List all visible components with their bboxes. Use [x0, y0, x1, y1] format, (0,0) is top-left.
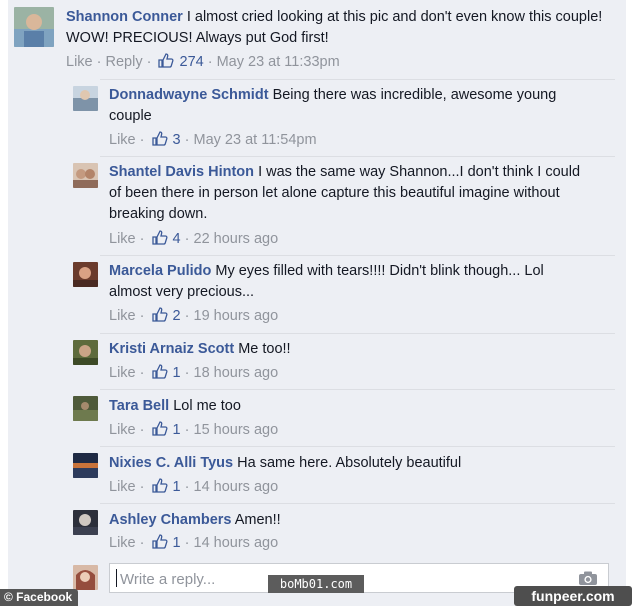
divider: [100, 446, 615, 447]
divider: [100, 156, 615, 157]
thumbs-up-icon: [151, 364, 168, 379]
reply-link[interactable]: Reply: [106, 54, 143, 70]
current-user-avatar: [73, 565, 98, 590]
comment-author[interactable]: Donnadwayne Schmidt: [109, 87, 269, 103]
like-count[interactable]: 4: [173, 231, 181, 247]
divider: [100, 79, 615, 80]
avatar[interactable]: [73, 453, 98, 478]
comment-author[interactable]: Shantel Davis Hinton: [109, 164, 254, 180]
comment-text: Lol me too: [173, 398, 241, 414]
like-link[interactable]: Like: [109, 422, 136, 438]
thumbs-up-icon: [151, 230, 168, 245]
site-watermark: boMb01.com: [268, 575, 364, 593]
avatar[interactable]: [14, 7, 54, 47]
thumbs-up-icon: [151, 131, 168, 146]
timestamp[interactable]: 22 hours ago: [194, 231, 279, 247]
comment-actions: Like · Reply · 274 · May 23 at 11:33pm: [66, 53, 340, 70]
like-link[interactable]: Like: [109, 231, 136, 247]
divider: [100, 389, 615, 390]
comment-author[interactable]: Shannon Conner: [66, 9, 183, 25]
timestamp[interactable]: 18 hours ago: [194, 365, 279, 381]
like-count[interactable]: 3: [173, 132, 181, 148]
comment-text: Me too!!: [238, 341, 291, 357]
comment-author[interactable]: Tara Bell: [109, 398, 169, 414]
timestamp[interactable]: 15 hours ago: [194, 422, 279, 438]
like-count[interactable]: 2: [173, 308, 181, 324]
like-link[interactable]: Like: [66, 54, 93, 70]
avatar[interactable]: [73, 262, 98, 287]
like-link[interactable]: Like: [109, 365, 136, 381]
comment-body: Ashley Chambers Amen!!: [109, 510, 579, 531]
comment-body: Marcela Pulido My eyes filled with tears…: [109, 261, 579, 303]
comment-author[interactable]: Nixies C. Alli Tyus: [109, 455, 233, 471]
comment-actions: Like · 1 · 14 hours ago: [109, 478, 279, 495]
comment-body: Nixies C. Alli Tyus Ha same here. Absolu…: [109, 453, 579, 474]
divider: [100, 333, 615, 334]
comment-author[interactable]: Marcela Pulido: [109, 263, 211, 279]
comment-actions: Like · 1 · 14 hours ago: [109, 534, 279, 551]
like-link[interactable]: Like: [109, 535, 136, 551]
facebook-watermark: © Facebook: [0, 589, 79, 606]
comment-body: Donnadwayne Schmidt Being there was incr…: [109, 85, 569, 127]
text-caret: [116, 569, 117, 587]
like-link[interactable]: Like: [109, 479, 136, 495]
timestamp[interactable]: 19 hours ago: [194, 308, 279, 324]
like-count[interactable]: 1: [173, 479, 181, 495]
comment-actions: Like · 1 · 18 hours ago: [109, 364, 279, 381]
funpeer-watermark: funpeer.com: [514, 586, 632, 606]
thumbs-up-icon: [151, 478, 168, 493]
thumbs-up-icon: [158, 53, 174, 68]
camera-icon[interactable]: [578, 570, 598, 586]
comment-body: Kristi Arnaiz Scott Me too!!: [109, 339, 579, 360]
thumbs-up-icon: [151, 421, 168, 436]
timestamp[interactable]: 14 hours ago: [194, 535, 279, 551]
comment-body: Shannon Conner I almost cried looking at…: [66, 7, 616, 49]
comment-text: Ha same here. Absolutely beautiful: [237, 455, 462, 471]
avatar[interactable]: [73, 163, 98, 188]
comment-actions: Like · 2 · 19 hours ago: [109, 307, 279, 324]
avatar[interactable]: [73, 340, 98, 365]
avatar[interactable]: [73, 86, 98, 111]
comment-author[interactable]: Kristi Arnaiz Scott: [109, 341, 234, 357]
timestamp[interactable]: May 23 at 11:54pm: [194, 132, 317, 148]
timestamp[interactable]: 14 hours ago: [194, 479, 279, 495]
comment-actions: Like · 4 · 22 hours ago: [109, 230, 279, 247]
avatar[interactable]: [73, 396, 98, 421]
like-link[interactable]: Like: [109, 132, 136, 148]
avatar[interactable]: [73, 510, 98, 535]
timestamp[interactable]: May 23 at 11:33pm: [217, 54, 340, 70]
thumbs-up-icon: [151, 534, 168, 549]
thumbs-up-icon: [151, 307, 168, 322]
comment-text: Amen!!: [234, 512, 281, 528]
comment-body: Tara Bell Lol me too: [109, 396, 579, 417]
like-count[interactable]: 1: [173, 365, 181, 381]
like-count[interactable]: 1: [173, 535, 181, 551]
comment-author[interactable]: Ashley Chambers: [109, 512, 232, 528]
comment-actions: Like · 3 · May 23 at 11:54pm: [109, 131, 317, 148]
like-link[interactable]: Like: [109, 308, 136, 324]
divider: [100, 255, 615, 256]
comment-body: Shantel Davis Hinton I was the same way …: [109, 162, 585, 225]
comment-actions: Like · 1 · 15 hours ago: [109, 421, 279, 438]
like-count[interactable]: 274: [180, 54, 204, 70]
like-count[interactable]: 1: [173, 422, 181, 438]
divider: [100, 503, 615, 504]
